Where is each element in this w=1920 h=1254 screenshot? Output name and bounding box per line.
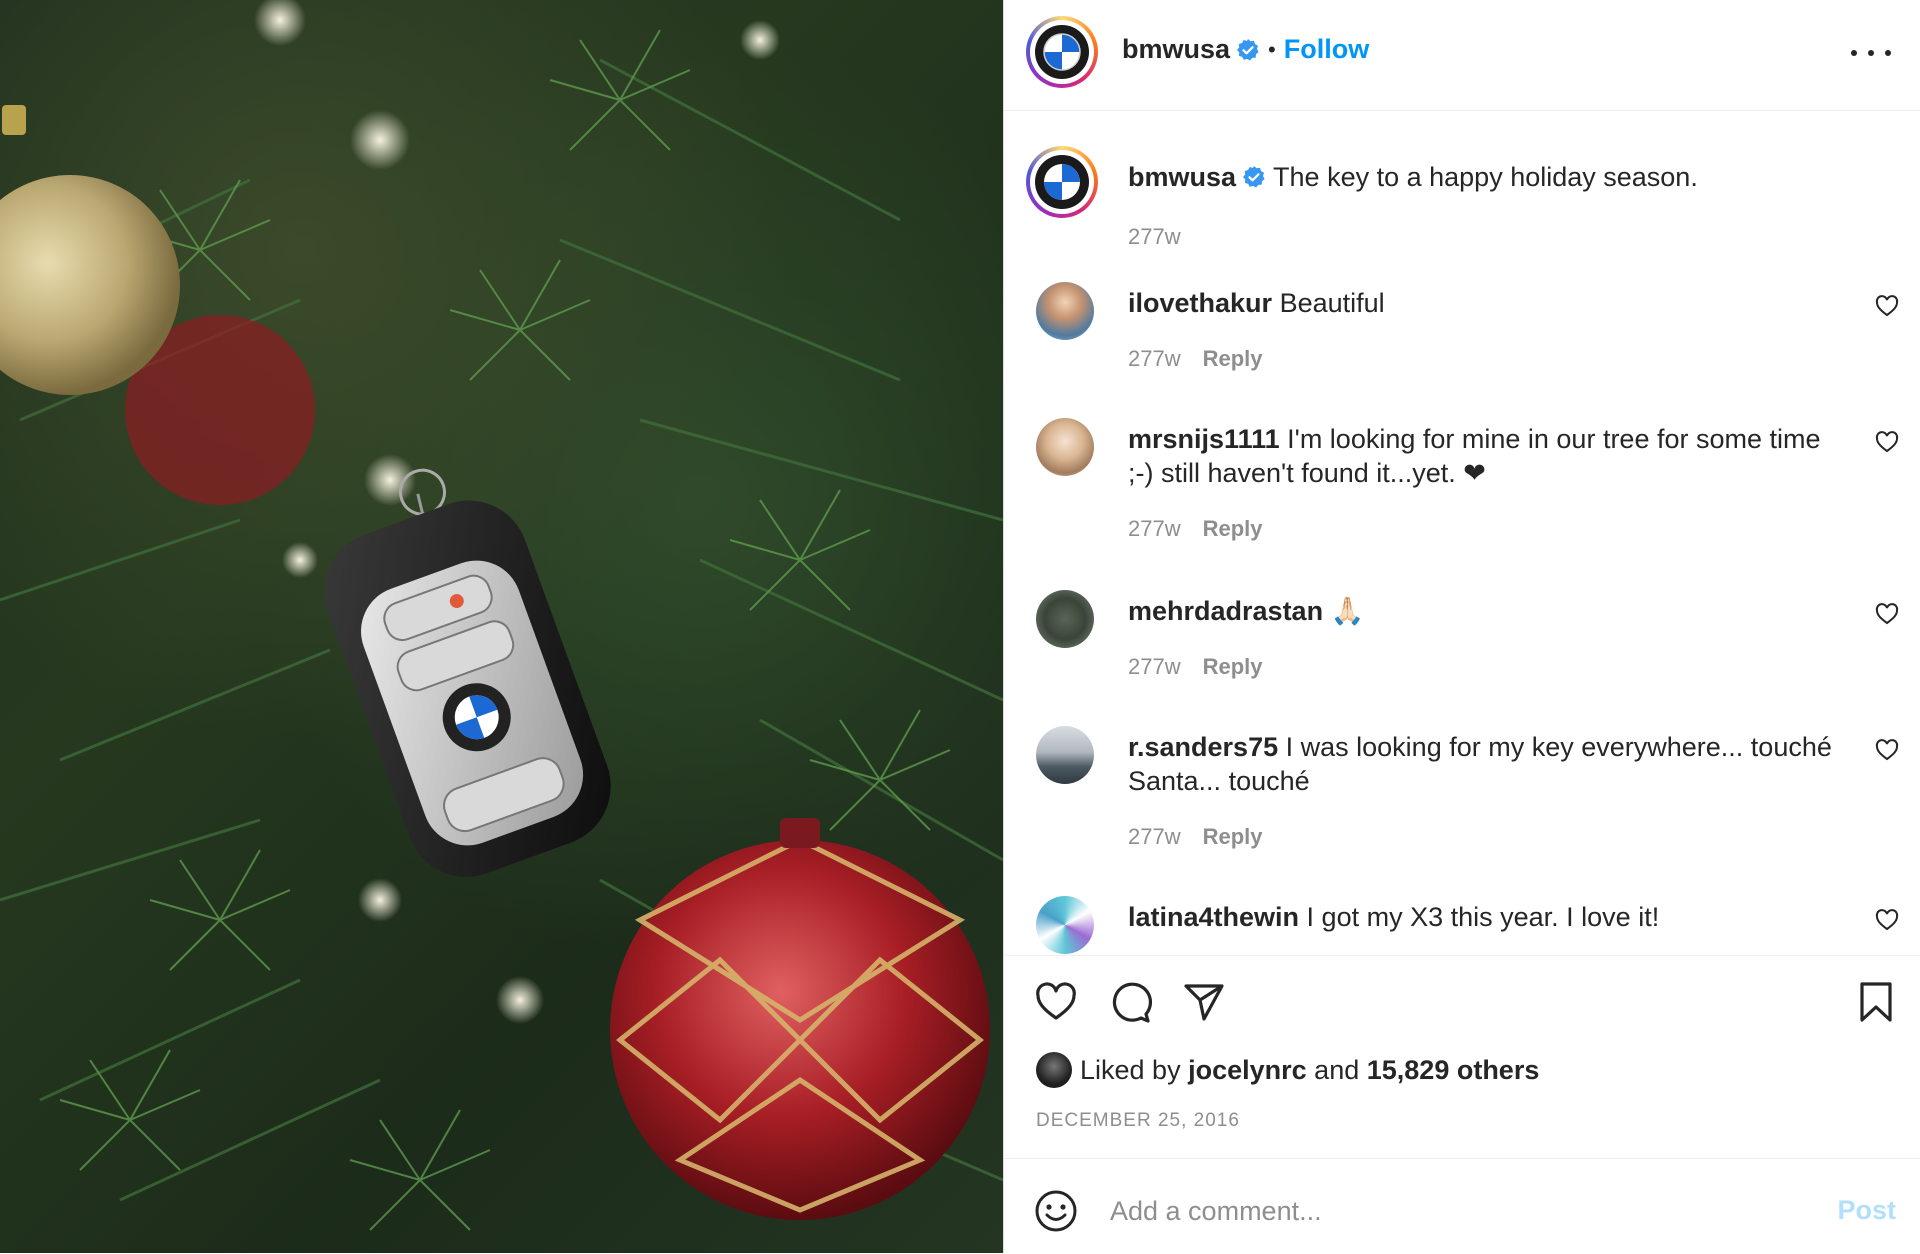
bmw-key-fob (324, 468, 611, 877)
like-comment-heart-icon[interactable] (1875, 908, 1899, 932)
reply-button[interactable]: Reply (1203, 824, 1263, 849)
commenter-avatar[interactable] (1036, 282, 1094, 340)
likes-and: and (1314, 1054, 1360, 1085)
likes-summary: Liked by jocelynrc and 15,829 others (1036, 1052, 1539, 1088)
commenter-avatar[interactable] (1036, 896, 1094, 954)
add-comment-bar: Post (1004, 1158, 1920, 1254)
comment-username[interactable]: ilovethakur (1128, 288, 1272, 318)
comment-text: mrsnijs1111 I'm looking for mine in our … (1128, 424, 1821, 488)
comment-meta: 277w Reply (1128, 346, 1263, 372)
commenter-avatar[interactable] (1036, 590, 1094, 648)
comment-time: 277w (1128, 346, 1181, 371)
like-comment-heart-icon[interactable] (1875, 738, 1899, 762)
liker-avatar[interactable] (1036, 1052, 1072, 1088)
bmw-logo-icon (1035, 155, 1089, 209)
comment-username[interactable]: mehrdadrastan (1128, 596, 1323, 626)
author-avatar[interactable] (1026, 16, 1098, 88)
commenter-avatar[interactable] (1036, 726, 1094, 784)
comment-bubble-icon[interactable] (1108, 980, 1152, 1024)
post-action-bar (1004, 955, 1920, 1040)
likes-prefix: Liked by (1080, 1054, 1181, 1085)
commenter-avatar[interactable] (1036, 418, 1094, 476)
comment-text: r.sanders75 I was looking for my key eve… (1128, 732, 1832, 796)
caption-text: bmwusa The key to a happy holiday season… (1128, 160, 1838, 194)
emoji-smiley-icon[interactable] (1034, 1189, 1078, 1233)
post-comment-button[interactable]: Post (1837, 1195, 1896, 1226)
comment-meta: 277w Reply (1128, 654, 1263, 680)
reply-button[interactable]: Reply (1203, 654, 1263, 679)
like-comment-heart-icon[interactable] (1875, 602, 1899, 626)
bmw-logo-icon (1035, 25, 1089, 79)
comments-list[interactable]: bmwusa The key to a happy holiday season… (1004, 110, 1920, 955)
like-comment-heart-icon[interactable] (1875, 430, 1899, 454)
like-comment-heart-icon[interactable] (1875, 294, 1899, 318)
save-bookmark-icon[interactable] (1854, 980, 1898, 1024)
comment-time: 277w (1128, 516, 1181, 541)
share-send-icon[interactable] (1182, 980, 1226, 1024)
red-ornament (610, 818, 990, 1220)
verified-badge-icon (1243, 166, 1265, 188)
caption-body: The key to a happy holiday season. (1273, 162, 1698, 192)
comment-username[interactable]: r.sanders75 (1128, 732, 1278, 762)
comment-username[interactable]: latina4thewin (1128, 902, 1299, 932)
comment-text: mehrdadrastan 🙏🏻 (1128, 596, 1365, 626)
post-date[interactable]: DECEMBER 25, 2016 (1036, 1110, 1240, 1132)
comment-meta: 277w Reply (1128, 516, 1263, 542)
reply-button[interactable]: Reply (1203, 516, 1263, 541)
more-options-icon[interactable] (1851, 38, 1891, 68)
post-image[interactable] (0, 0, 1003, 1253)
comment-text: latina4thewin I got my X3 this year. I l… (1128, 902, 1660, 932)
verified-badge-icon (1237, 38, 1259, 60)
author-username[interactable]: bmwusa (1122, 34, 1230, 65)
comment-text: ilovethakur Beautiful (1128, 288, 1385, 318)
follow-button[interactable]: Follow (1284, 34, 1369, 65)
comment-meta: 277w Reply (1128, 824, 1263, 850)
post-detail-panel: bmwusa • Follow bmwusa The key to a happ… (1003, 0, 1920, 1253)
comment-time: 277w (1128, 824, 1181, 849)
comment-input[interactable] (1108, 1185, 1772, 1237)
caption-time: 277w (1128, 224, 1181, 249)
caption-avatar[interactable] (1026, 146, 1098, 218)
like-heart-icon[interactable] (1034, 980, 1078, 1024)
header-separator: • (1268, 36, 1276, 62)
caption-username[interactable]: bmwusa (1128, 162, 1236, 192)
christmas-tree-key-photo (0, 0, 1003, 1231)
comment-username[interactable]: mrsnijs1111 (1128, 424, 1280, 454)
liker-username[interactable]: jocelynrc (1188, 1055, 1307, 1086)
reply-button[interactable]: Reply (1203, 346, 1263, 371)
comment-time: 277w (1128, 654, 1181, 679)
likes-count[interactable]: 15,829 others (1367, 1055, 1540, 1086)
post-header: bmwusa • Follow (1004, 0, 1920, 111)
